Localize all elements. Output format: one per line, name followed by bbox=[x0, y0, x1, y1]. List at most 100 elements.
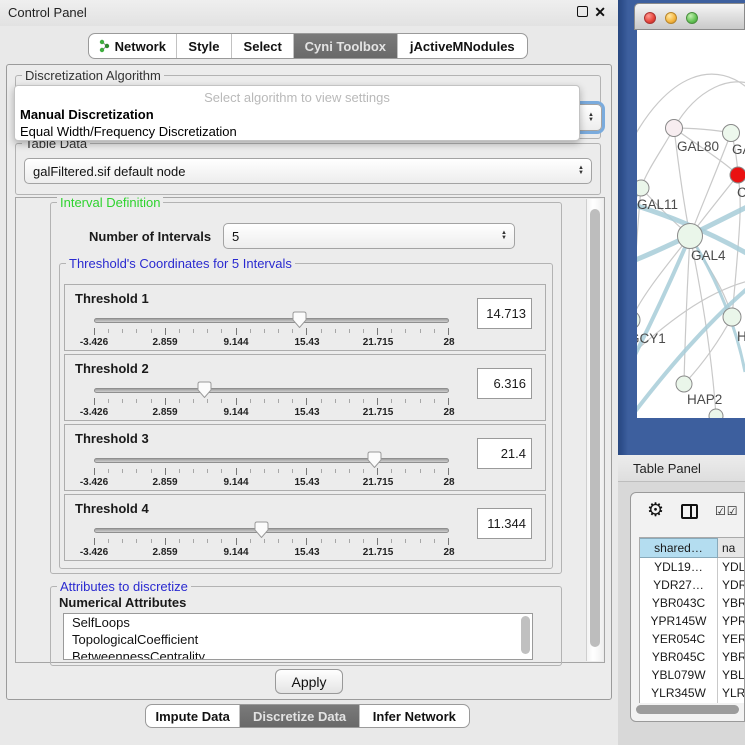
slider-track[interactable] bbox=[94, 388, 449, 393]
threshold-label: Threshold 3 bbox=[75, 431, 149, 446]
slider-thumb[interactable] bbox=[254, 521, 269, 543]
node-table-panel: ⚙ ☑☑ shared…naYDL19…YDL1YDR27…YDR2YBR043… bbox=[630, 492, 745, 722]
network-node-GA[interactable] bbox=[723, 125, 740, 142]
threshold-label: Threshold 1 bbox=[75, 291, 149, 306]
tab-label: jActiveMNodules bbox=[410, 39, 515, 54]
threshold-panel-4: Threshold 4 -3.4262.8599.14415.4321.71528… bbox=[64, 494, 546, 561]
tab-discretize-data[interactable]: Discretize Data bbox=[240, 705, 359, 727]
network-window-titlebar bbox=[634, 3, 745, 30]
close-traffic-light-icon[interactable] bbox=[644, 12, 656, 24]
num-intervals-select[interactable]: 5 ▲▼ bbox=[223, 223, 515, 249]
group-title: Interval Definition bbox=[57, 195, 163, 210]
network-edge[interactable] bbox=[641, 128, 674, 188]
network-canvas[interactable]: GAL80GACGAL11GAL4GCY1HHAP2 bbox=[637, 30, 745, 418]
gear-icon[interactable]: ⚙ bbox=[647, 499, 664, 522]
threshold-value-field[interactable]: 21.4 bbox=[477, 438, 532, 469]
table-row[interactable]: YLR345WYLR3 bbox=[640, 684, 745, 702]
select-columns-icon[interactable]: ☑☑ bbox=[715, 504, 739, 518]
tab-style[interactable]: Style bbox=[177, 34, 233, 58]
tab-jactivemnodules[interactable]: jActiveMNodules bbox=[398, 34, 527, 58]
slider-track[interactable] bbox=[94, 318, 449, 323]
node-label: GAL11 bbox=[637, 197, 678, 212]
top-tab-bar: Network Style Select Cyni Toolbox jActiveMNo… bbox=[88, 33, 528, 59]
close-icon[interactable]: ✕ bbox=[594, 4, 606, 21]
table-row[interactable]: YBL079WYBL0 bbox=[640, 666, 745, 684]
table-hscrollbar[interactable] bbox=[636, 705, 739, 714]
network-node-H[interactable] bbox=[723, 308, 741, 326]
list-item[interactable]: TopologicalCoefficient bbox=[64, 631, 532, 648]
tab-cyni-toolbox[interactable]: Cyni Toolbox bbox=[294, 34, 398, 58]
table-row[interactable]: YDR27…YDR2 bbox=[640, 576, 745, 594]
threshold-value-field[interactable]: 14.713 bbox=[477, 298, 532, 329]
tab-select[interactable]: Select bbox=[232, 34, 294, 58]
network-edge[interactable] bbox=[690, 236, 716, 416]
slider-thumb[interactable] bbox=[197, 381, 212, 403]
threshold-slider[interactable]: -3.4262.8599.14415.4321.71528 bbox=[94, 381, 449, 419]
scrollbar-thumb[interactable] bbox=[590, 209, 600, 647]
table-data-select[interactable]: galFiltered.sif default node ▲▼ bbox=[24, 158, 592, 184]
slider-track[interactable] bbox=[94, 458, 449, 463]
column-split-icon[interactable] bbox=[681, 504, 698, 519]
threshold-value-field[interactable]: 11.344 bbox=[477, 508, 532, 539]
group-title: Attributes to discretize bbox=[57, 579, 191, 594]
control-panel: Control Panel ✕ NetworkStyleSelectCyni T… bbox=[0, 0, 618, 745]
tab-impute-data[interactable]: Impute Data bbox=[146, 705, 240, 727]
tab-label: Infer Network bbox=[373, 709, 456, 724]
list-scrollbar[interactable] bbox=[521, 616, 530, 654]
float-window-icon[interactable] bbox=[577, 6, 588, 17]
node-attribute-table[interactable]: shared…naYDL19…YDL1YDR27…YDR2YBR043CYBR0… bbox=[639, 537, 745, 703]
table-row[interactable]: YBR045CYBR0 bbox=[640, 648, 745, 666]
threshold-slider[interactable]: -3.4262.8599.14415.4321.71528 bbox=[94, 521, 449, 559]
threshold-value-field[interactable]: 6.316 bbox=[477, 368, 532, 399]
list-item[interactable]: SelfLoops bbox=[64, 614, 532, 631]
tab-network[interactable]: Network bbox=[89, 34, 177, 58]
table-panel-area: ⚙ ☑☑ shared…naYDL19…YDL1YDR27…YDR2YBR043… bbox=[618, 482, 745, 745]
table-row[interactable]: YIL052CYIL0 bbox=[640, 702, 745, 703]
minimize-traffic-light-icon[interactable] bbox=[665, 12, 677, 24]
network-node-GAL80[interactable] bbox=[666, 120, 683, 137]
table-header-row: shared…na bbox=[640, 538, 745, 558]
tab-label: Cyni Toolbox bbox=[305, 39, 386, 54]
hscrollbar-thumb[interactable] bbox=[636, 705, 739, 714]
tab-label: Style bbox=[188, 39, 219, 54]
tab-infer-network[interactable]: Infer Network bbox=[360, 705, 469, 727]
dropdown-option-equal-width[interactable]: Equal Width/Frequency Discretization bbox=[20, 124, 237, 139]
node-label: GAL4 bbox=[691, 248, 726, 263]
table-row[interactable]: YPR145WYPR1 bbox=[640, 612, 745, 630]
tab-label: Impute Data bbox=[156, 709, 230, 724]
slider-track[interactable] bbox=[94, 528, 449, 533]
dropdown-option-manual-discretization[interactable]: Manual Discretization bbox=[20, 107, 154, 122]
network-node-bottom[interactable] bbox=[709, 409, 723, 418]
column-header-shared-name[interactable]: shared… bbox=[640, 538, 718, 558]
slider-ticks bbox=[94, 468, 449, 476]
group-title: Discretization Algorithm bbox=[22, 68, 164, 83]
stepper-icon: ▲▼ bbox=[578, 166, 584, 176]
node-label: C bbox=[737, 185, 745, 200]
slider-thumb[interactable] bbox=[292, 311, 307, 333]
threshold-slider[interactable]: -3.4262.8599.14415.4321.71528 bbox=[94, 451, 449, 489]
node-label: H bbox=[737, 329, 745, 344]
apply-button[interactable]: Apply bbox=[275, 669, 343, 694]
network-node-GAL11[interactable] bbox=[637, 180, 649, 196]
network-edge[interactable] bbox=[674, 82, 745, 128]
numerical-attributes-list[interactable]: SelfLoopsTopologicalCoefficientBetweenne… bbox=[63, 613, 533, 660]
table-panel-titlebar: Table Panel bbox=[618, 455, 745, 482]
table-row[interactable]: YER054CYER0 bbox=[640, 630, 745, 648]
column-header-name[interactable]: na bbox=[718, 538, 745, 558]
network-node-HAP2[interactable] bbox=[676, 376, 692, 392]
network-node-GCY1[interactable] bbox=[637, 311, 640, 329]
network-node-GAL4[interactable] bbox=[678, 224, 703, 249]
node-label: GAL80 bbox=[677, 139, 719, 154]
table-row[interactable]: YDL19…YDL1 bbox=[640, 558, 745, 576]
zoom-traffic-light-icon[interactable] bbox=[686, 12, 698, 24]
network-node-C-red[interactable] bbox=[730, 167, 745, 183]
panel-scrollbar[interactable] bbox=[586, 199, 603, 661]
threshold-label: Threshold 4 bbox=[75, 501, 149, 516]
dropdown-placeholder-option[interactable]: Select algorithm to view settings bbox=[15, 90, 579, 105]
tab-label: Select bbox=[244, 39, 282, 54]
slider-thumb[interactable] bbox=[367, 451, 382, 473]
bottom-tab-bar: Impute Data Discretize Data Infer Network bbox=[145, 704, 470, 728]
threshold-slider[interactable]: -3.4262.8599.14415.4321.71528 bbox=[94, 311, 449, 349]
table-row[interactable]: YBR043CYBR0 bbox=[640, 594, 745, 612]
list-item[interactable]: BetweennessCentrality bbox=[64, 648, 532, 660]
